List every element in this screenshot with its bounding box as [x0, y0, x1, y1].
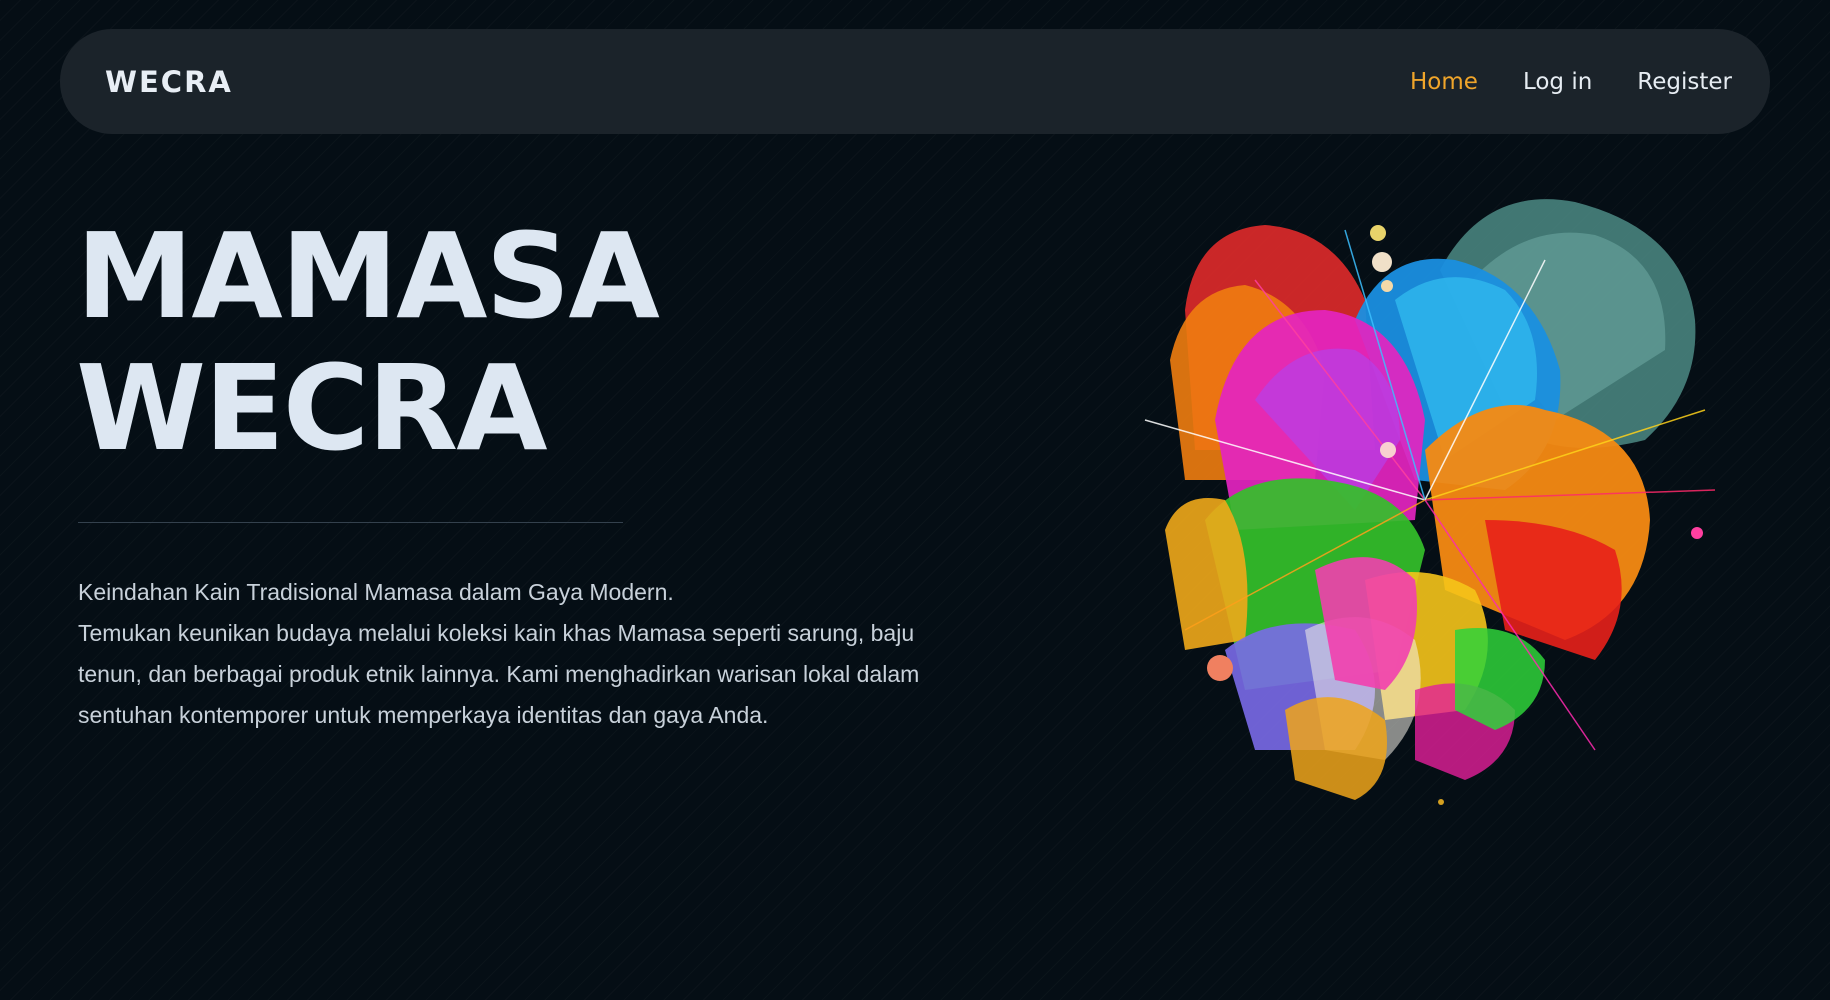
hero-description: Keindahan Kain Tradisional Mamasa dalam … [78, 572, 978, 736]
nav-link-register[interactable]: Register [1637, 69, 1732, 95]
hero-divider [78, 522, 623, 523]
hero-title: MAMASA WECRA [76, 207, 660, 477]
hero-description-text: Temukan keunikan budaya melalui koleksi … [78, 620, 920, 728]
nav-link-home[interactable]: Home [1410, 69, 1478, 95]
hero-title-line-2: WECRA [76, 339, 548, 477]
navbar: WECRA Home Log in Register [60, 29, 1770, 134]
brand-logo[interactable]: WECRA [105, 65, 233, 99]
hero-tagline: Keindahan Kain Tradisional Mamasa dalam … [78, 579, 674, 605]
colorful-abstract-burst-illustration [1144, 199, 1716, 805]
nav-link-login[interactable]: Log in [1523, 69, 1592, 95]
nav-links: Home Log in Register [1410, 69, 1732, 95]
hero-title-line-1: MAMASA [76, 207, 660, 345]
